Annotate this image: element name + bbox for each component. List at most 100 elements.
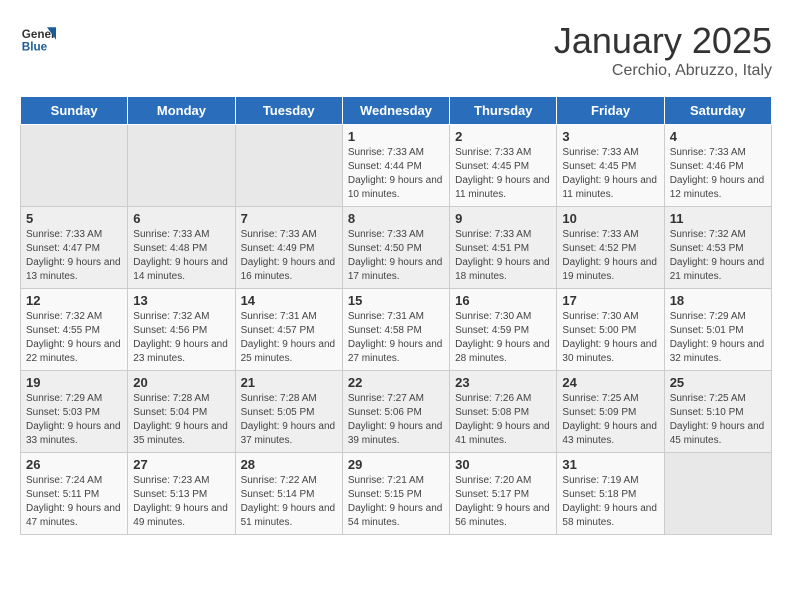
day-cell: 7Sunrise: 7:33 AM Sunset: 4:49 PM Daylig…: [235, 207, 342, 289]
day-cell: 10Sunrise: 7:33 AM Sunset: 4:52 PM Dayli…: [557, 207, 664, 289]
day-info: Sunrise: 7:29 AM Sunset: 5:03 PM Dayligh…: [26, 392, 122, 448]
day-number: 1: [348, 129, 444, 144]
day-number: 25: [670, 375, 766, 390]
week-row-2: 5 Sunrise: 7:33 AM Sunset: 4:47 PM Daylig…: [21, 207, 772, 289]
day-cell: 16 Sunrise: 7:30 AM Sunset: 4:59 PM Dayli…: [450, 289, 557, 371]
column-header-wednesday: Wednesday: [342, 97, 449, 125]
day-cell: 14Sunrise: 7:31 AM Sunset: 4:57 PM Dayli…: [235, 289, 342, 371]
day-cell: 15 Sunrise: 7:31 AM Sunset: 4:58 PM Dayli…: [342, 289, 449, 371]
column-header-saturday: Saturday: [664, 97, 771, 125]
day-number: 18: [670, 293, 766, 308]
day-number: 28: [241, 457, 337, 472]
page-header: General Blue January 2025 Cerchio, Abruz…: [20, 20, 772, 80]
calendar-header-row: SundayMondayTuesdayWednesdayThursdayFrid…: [21, 97, 772, 125]
day-number: 29: [348, 457, 444, 472]
day-number: 23: [455, 375, 551, 390]
day-number: 26: [26, 457, 122, 472]
day-cell: 28 Sunrise: 7:22 AM Sunset: 5:14 PM Dayli…: [235, 453, 342, 535]
day-info: Sunrise: 7:24 AM Sunset: 5:11 PM Dayligh…: [26, 474, 122, 530]
day-cell: 24 Sunrise: 7:25 AM Sunset: 5:09 PM Dayli…: [557, 371, 664, 453]
day-cell: 25 Sunrise: 7:25 AM Sunset: 5:10 PM Dayli…: [664, 371, 771, 453]
day-cell: 5 Sunrise: 7:33 AM Sunset: 4:47 PM Daylig…: [21, 207, 128, 289]
day-cell: 8 Sunrise: 7:33 AM Sunset: 4:50 PM Daylig…: [342, 207, 449, 289]
day-cell: 3Sunrise: 7:33 AM Sunset: 4:45 PM Daylig…: [557, 125, 664, 207]
day-info: Sunrise: 7:32 AM Sunset: 4:56 PM Dayligh…: [133, 310, 229, 366]
day-info: Sunrise: 7:33 AM Sunset: 4:47 PM Dayligh…: [26, 228, 122, 284]
day-cell: 18 Sunrise: 7:29 AM Sunset: 5:01 PM Dayli…: [664, 289, 771, 371]
column-header-monday: Monday: [128, 97, 235, 125]
day-number: 13: [133, 293, 229, 308]
day-number: 6: [133, 211, 229, 226]
day-info: Sunrise: 7:32 AM Sunset: 4:53 PM Dayligh…: [670, 228, 766, 284]
day-cell: 12 Sunrise: 7:32 AM Sunset: 4:55 PM Dayli…: [21, 289, 128, 371]
day-info: Sunrise: 7:30 AM Sunset: 5:00 PM Dayligh…: [562, 310, 658, 366]
day-number: 15: [348, 293, 444, 308]
day-number: 16: [455, 293, 551, 308]
day-number: 5: [26, 211, 122, 226]
day-number: 17: [562, 293, 658, 308]
day-info: Sunrise: 7:25 AM Sunset: 5:09 PM Dayligh…: [562, 392, 658, 448]
day-number: 11: [670, 211, 766, 226]
day-info: Sunrise: 7:33 AM Sunset: 4:50 PM Dayligh…: [348, 228, 444, 284]
day-number: 19: [26, 375, 122, 390]
column-header-sunday: Sunday: [21, 97, 128, 125]
day-info: Sunrise: 7:21 AM Sunset: 5:15 PM Dayligh…: [348, 474, 444, 530]
day-number: 3: [562, 129, 658, 144]
day-info: Sunrise: 7:31 AM Sunset: 4:58 PM Dayligh…: [348, 310, 444, 366]
day-cell: 19 Sunrise: 7:29 AM Sunset: 5:03 PM Dayli…: [21, 371, 128, 453]
day-cell: 17 Sunrise: 7:30 AM Sunset: 5:00 PM Dayli…: [557, 289, 664, 371]
day-cell: [128, 125, 235, 207]
week-row-1: 1 Sunrise: 7:33 AM Sunset: 4:44 PM Daylig…: [21, 125, 772, 207]
week-row-3: 12 Sunrise: 7:32 AM Sunset: 4:55 PM Dayli…: [21, 289, 772, 371]
day-number: 8: [348, 211, 444, 226]
day-number: 2: [455, 129, 551, 144]
day-info: Sunrise: 7:33 AM Sunset: 4:44 PM Dayligh…: [348, 146, 444, 202]
day-cell: 4Sunrise: 7:33 AM Sunset: 4:46 PM Daylig…: [664, 125, 771, 207]
week-row-5: 26 Sunrise: 7:24 AM Sunset: 5:11 PM Dayli…: [21, 453, 772, 535]
day-number: 22: [348, 375, 444, 390]
day-cell: [664, 453, 771, 535]
day-info: Sunrise: 7:33 AM Sunset: 4:49 PM Dayligh…: [241, 228, 337, 284]
day-number: 12: [26, 293, 122, 308]
column-header-thursday: Thursday: [450, 97, 557, 125]
calendar-title: January 2025: [554, 20, 772, 62]
day-info: Sunrise: 7:23 AM Sunset: 5:13 PM Dayligh…: [133, 474, 229, 530]
day-info: Sunrise: 7:29 AM Sunset: 5:01 PM Dayligh…: [670, 310, 766, 366]
day-info: Sunrise: 7:27 AM Sunset: 5:06 PM Dayligh…: [348, 392, 444, 448]
column-header-tuesday: Tuesday: [235, 97, 342, 125]
day-number: 10: [562, 211, 658, 226]
day-number: 30: [455, 457, 551, 472]
day-cell: 2 Sunrise: 7:33 AM Sunset: 4:45 PM Daylig…: [450, 125, 557, 207]
day-cell: 30 Sunrise: 7:20 AM Sunset: 5:17 PM Dayli…: [450, 453, 557, 535]
week-row-4: 19 Sunrise: 7:29 AM Sunset: 5:03 PM Dayli…: [21, 371, 772, 453]
day-info: Sunrise: 7:33 AM Sunset: 4:51 PM Dayligh…: [455, 228, 551, 284]
day-cell: 11 Sunrise: 7:32 AM Sunset: 4:53 PM Dayli…: [664, 207, 771, 289]
day-cell: 20 Sunrise: 7:28 AM Sunset: 5:04 PM Dayli…: [128, 371, 235, 453]
day-info: Sunrise: 7:20 AM Sunset: 5:17 PM Dayligh…: [455, 474, 551, 530]
day-info: Sunrise: 7:32 AM Sunset: 4:55 PM Dayligh…: [26, 310, 122, 366]
day-cell: 9Sunrise: 7:33 AM Sunset: 4:51 PM Daylig…: [450, 207, 557, 289]
day-number: 4: [670, 129, 766, 144]
calendar-subtitle: Cerchio, Abruzzo, Italy: [554, 62, 772, 80]
day-info: Sunrise: 7:28 AM Sunset: 5:04 PM Dayligh…: [133, 392, 229, 448]
day-cell: 13 Sunrise: 7:32 AM Sunset: 4:56 PM Dayli…: [128, 289, 235, 371]
logo: General Blue: [20, 20, 56, 56]
calendar-table: SundayMondayTuesdayWednesdayThursdayFrid…: [20, 96, 772, 535]
day-info: Sunrise: 7:28 AM Sunset: 5:05 PM Dayligh…: [241, 392, 337, 448]
day-cell: 21 Sunrise: 7:28 AM Sunset: 5:05 PM Dayli…: [235, 371, 342, 453]
day-info: Sunrise: 7:30 AM Sunset: 4:59 PM Dayligh…: [455, 310, 551, 366]
day-number: 31: [562, 457, 658, 472]
day-number: 24: [562, 375, 658, 390]
day-cell: 1 Sunrise: 7:33 AM Sunset: 4:44 PM Daylig…: [342, 125, 449, 207]
column-header-friday: Friday: [557, 97, 664, 125]
day-info: Sunrise: 7:33 AM Sunset: 4:48 PM Dayligh…: [133, 228, 229, 284]
day-cell: [21, 125, 128, 207]
day-info: Sunrise: 7:25 AM Sunset: 5:10 PM Dayligh…: [670, 392, 766, 448]
day-number: 21: [241, 375, 337, 390]
title-block: January 2025 Cerchio, Abruzzo, Italy: [554, 20, 772, 80]
svg-text:Blue: Blue: [22, 41, 48, 54]
day-number: 20: [133, 375, 229, 390]
day-cell: 29 Sunrise: 7:21 AM Sunset: 5:15 PM Dayli…: [342, 453, 449, 535]
day-info: Sunrise: 7:22 AM Sunset: 5:14 PM Dayligh…: [241, 474, 337, 530]
day-info: Sunrise: 7:33 AM Sunset: 4:45 PM Dayligh…: [455, 146, 551, 202]
